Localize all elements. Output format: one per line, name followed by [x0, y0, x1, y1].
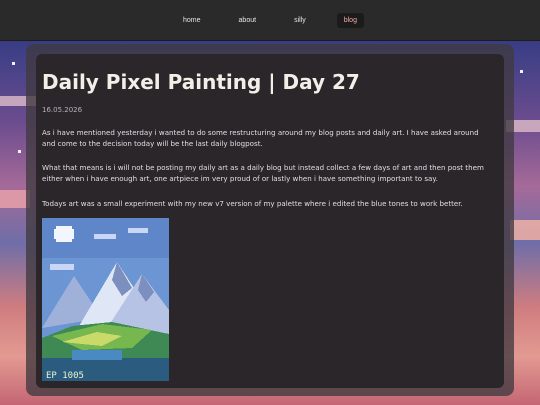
pixel-art-image: EP 1005 — [42, 218, 169, 381]
nav-home-link[interactable]: home — [176, 13, 208, 28]
post-title: Daily Pixel Painting | Day 27 — [42, 70, 360, 94]
blog-post: Daily Pixel Painting | Day 27 16.05.2026… — [36, 54, 504, 388]
post-paragraph: Todays art was a small experiment with m… — [42, 199, 463, 208]
post-date: 16.05.2026 — [42, 106, 83, 114]
post-paragraph: As i have mentioned yesterday i wanted t… — [42, 128, 479, 148]
post-paragraph: What that means is i will not be posting… — [42, 163, 484, 183]
pixel-art-illustration: EP 1005 — [42, 218, 169, 381]
background-cloud — [510, 220, 540, 240]
background-star — [12, 62, 15, 65]
nav-about-link[interactable]: about — [232, 13, 264, 28]
background-star — [18, 150, 21, 153]
artwork-signature: EP 1005 — [46, 371, 84, 381]
background-star — [520, 70, 523, 73]
top-navigation-bar: home about silly blog — [0, 0, 540, 41]
nav-blog-link[interactable]: blog — [336, 12, 364, 28]
nav-silly-link[interactable]: silly — [287, 13, 313, 28]
